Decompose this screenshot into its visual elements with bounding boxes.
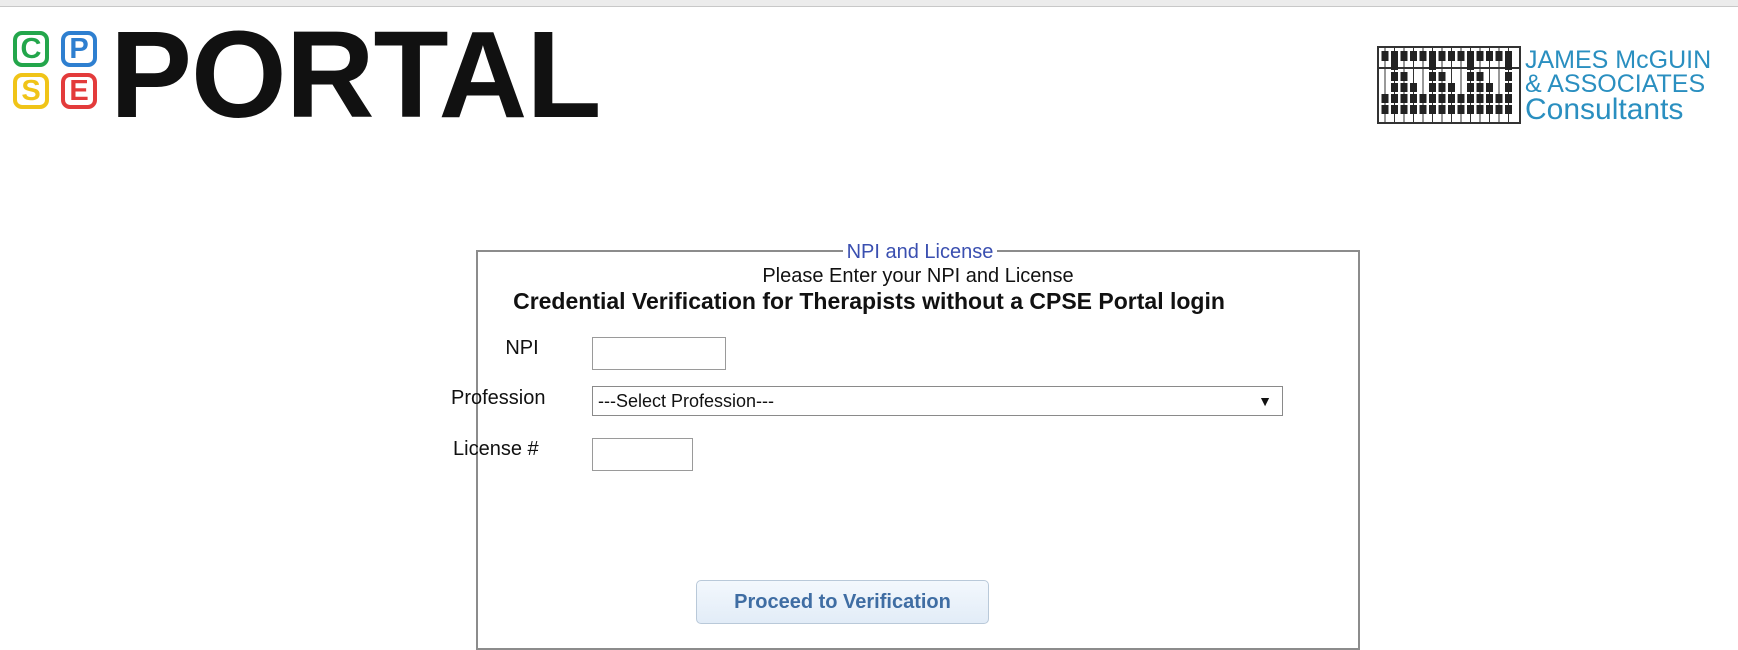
profession-select-value: ---Select Profession--- [598, 391, 775, 411]
abacus-bead [1495, 94, 1503, 103]
abacus-bead [1448, 105, 1455, 114]
abacus-bead [1400, 105, 1408, 114]
profession-select[interactable]: ---Select Profession--- ▼ [592, 386, 1283, 416]
license-label: License # [453, 438, 539, 460]
abacus-bead [1476, 94, 1484, 103]
abacus-bead [1448, 51, 1455, 61]
abacus-bead [1467, 105, 1474, 114]
abacus-bead [1410, 105, 1417, 114]
logo-letter-p: P [61, 31, 97, 67]
abacus-bead [1476, 51, 1484, 61]
abacus-bead [1438, 83, 1446, 92]
abacus-bead [1467, 83, 1474, 92]
abacus-bead [1476, 105, 1484, 114]
abacus-bead [1505, 51, 1512, 61]
abacus-bead [1410, 83, 1417, 92]
abacus-bead [1448, 83, 1455, 92]
company-tagline: Consultants [1525, 93, 1684, 125]
abacus-bead [1505, 72, 1512, 81]
abacus-bead [1457, 94, 1465, 103]
npi-input[interactable] [592, 337, 726, 370]
logo-letter-e: E [61, 73, 97, 109]
license-input[interactable] [592, 438, 693, 471]
abacus-bead [1495, 105, 1503, 114]
abacus-bead [1467, 72, 1474, 81]
abacus-bead [1391, 72, 1398, 81]
abacus-bead [1457, 51, 1465, 61]
abacus-bead [1410, 94, 1417, 103]
abacus-bead [1429, 94, 1436, 103]
abacus-bead [1429, 61, 1436, 70]
abacus-bead [1505, 94, 1512, 103]
abacus-icon [1377, 46, 1521, 124]
proceed-to-verification-button[interactable]: Proceed to Verification [696, 580, 989, 624]
abacus-bead [1429, 51, 1436, 61]
abacus-bead [1419, 94, 1427, 103]
form-instructions: Please Enter your NPI and License [762, 265, 1074, 287]
abacus-bead [1400, 51, 1408, 61]
abacus-bead [1448, 94, 1455, 103]
cpse-logo: C P S E [9, 27, 104, 113]
abacus-bead [1419, 51, 1427, 61]
npi-label: NPI [505, 337, 539, 359]
abacus-bead [1495, 51, 1503, 61]
abacus-bead [1391, 105, 1398, 114]
fieldset-legend: NPI and License [478, 241, 1362, 264]
abacus-bead [1505, 105, 1512, 114]
abacus-bead [1400, 83, 1408, 92]
abacus-bead [1457, 105, 1465, 114]
abacus-bead [1400, 94, 1408, 103]
abacus-bead [1419, 105, 1427, 114]
abacus-bead [1486, 105, 1493, 114]
portal-wordmark: PORTAL [110, 7, 602, 144]
abacus-bead [1391, 83, 1398, 92]
abacus-bead [1391, 94, 1398, 103]
abacus-bead [1429, 83, 1436, 92]
abacus-bead [1467, 51, 1474, 61]
abacus-bead [1410, 51, 1417, 61]
abacus-bead [1505, 83, 1512, 92]
abacus-bead [1400, 72, 1408, 81]
abacus-bead [1438, 94, 1446, 103]
abacus-bead [1476, 72, 1484, 81]
abacus-bead [1438, 72, 1446, 81]
fieldset-legend-text: NPI and License [842, 241, 998, 263]
abacus-bead [1429, 72, 1436, 81]
abacus-bead [1467, 61, 1474, 70]
abacus-bead [1486, 83, 1493, 92]
profession-label: Profession [451, 387, 546, 409]
npi-license-fieldset: NPI and License Please Enter your NPI an… [451, 241, 1360, 650]
abacus-bead [1391, 61, 1398, 70]
abacus-bead [1381, 51, 1389, 61]
abacus-bead [1505, 61, 1512, 70]
abacus-bead [1381, 94, 1389, 103]
abacus-bead [1381, 105, 1389, 114]
browser-top-bar [0, 0, 1738, 7]
abacus-bead [1391, 51, 1398, 61]
company-logo: JAMES McGUIN & ASSOCIATES Consultants [1377, 46, 1738, 124]
abacus-bead [1486, 51, 1493, 61]
abacus-bead [1429, 105, 1436, 114]
logo-letter-c: C [13, 31, 49, 67]
abacus-bead [1438, 105, 1446, 114]
chevron-down-icon: ▼ [1258, 393, 1272, 409]
abacus-bead [1476, 83, 1484, 92]
abacus-bead [1467, 94, 1474, 103]
logo-letter-s: S [13, 73, 49, 109]
abacus-bead [1438, 51, 1446, 61]
abacus-bead [1486, 94, 1493, 103]
